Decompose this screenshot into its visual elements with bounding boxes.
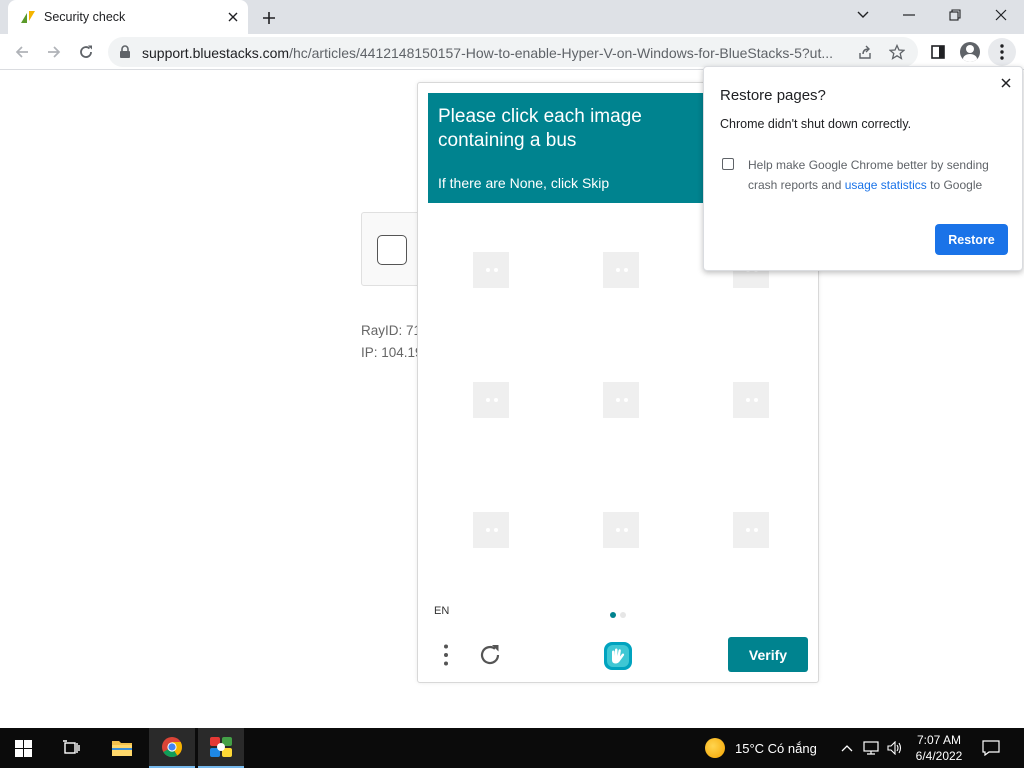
image-tile[interactable] (688, 467, 814, 593)
image-placeholder-icon (603, 512, 639, 548)
network-icon[interactable] (862, 738, 880, 758)
crash-report-label: Help make Google Chrome better by sendin… (748, 155, 1008, 195)
weather-sun-icon[interactable] (705, 738, 725, 758)
ray-id: RayID: 71 (361, 323, 422, 338)
chrome-icon (162, 737, 183, 758)
profile-avatar-icon[interactable] (956, 38, 984, 66)
close-window-button[interactable] (978, 0, 1024, 30)
bluestacks-taskbar-button[interactable] (198, 728, 244, 768)
lock-icon[interactable] (118, 45, 132, 59)
prompt-line-1: Please click each image (438, 106, 642, 127)
windows-taskbar: 15°C Có nắng 7:07 AM 6/4/2022 (0, 728, 1024, 768)
forward-button[interactable] (40, 38, 68, 66)
restore-popup-title: Restore pages? (720, 87, 826, 104)
image-tile[interactable] (428, 207, 554, 333)
more-menu-icon[interactable] (988, 38, 1016, 66)
captcha-menu-icon[interactable] (436, 641, 456, 669)
side-panel-icon[interactable] (924, 38, 952, 66)
restore-window-button[interactable] (932, 0, 978, 30)
bluestacks-icon (210, 737, 232, 757)
prompt-subtext: If there are None, click Skip (438, 175, 610, 191)
verify-button[interactable]: Verify (728, 637, 808, 672)
image-placeholder-icon (603, 252, 639, 288)
tab-search-icon[interactable] (840, 0, 886, 30)
system-clock[interactable]: 7:07 AM 6/4/2022 (908, 732, 970, 764)
page-dot (620, 612, 626, 618)
tab-title: Security check (44, 10, 126, 24)
task-view-button[interactable] (48, 728, 94, 768)
page-indicator (610, 611, 630, 619)
image-tile[interactable] (428, 467, 554, 593)
url-path: /hc/articles/4412148150157-How-to-enable… (289, 45, 832, 61)
page-dot-active (610, 612, 616, 618)
ip-address: IP: 104.19 (361, 345, 423, 360)
windows-logo-icon (14, 739, 32, 757)
minimize-button[interactable] (886, 0, 932, 30)
usage-statistics-link[interactable]: usage statistics (845, 178, 927, 192)
restore-popup-message: Chrome didn't shut down correctly. (720, 117, 912, 131)
browser-toolbar: support.bluestacks.com/hc/articles/44121… (0, 34, 1024, 70)
notification-center-icon[interactable] (980, 737, 1002, 759)
language-selector[interactable]: EN (434, 605, 449, 617)
help-text-2: to Google (930, 178, 983, 192)
clock-time: 7:07 AM (916, 733, 962, 747)
restore-button[interactable]: Restore (935, 224, 1008, 255)
url-host: support.bluestacks.com (142, 45, 290, 61)
share-icon[interactable] (854, 41, 876, 63)
human-checkbox[interactable] (377, 235, 407, 265)
image-placeholder-icon (603, 382, 639, 418)
image-placeholder-icon (733, 382, 769, 418)
image-tile[interactable] (558, 337, 684, 463)
image-tile[interactable] (558, 207, 684, 333)
url-text[interactable]: support.bluestacks.com/hc/articles/44121… (142, 45, 832, 61)
start-button[interactable] (0, 728, 46, 768)
crash-report-checkbox[interactable] (722, 158, 734, 170)
hcaptcha-logo-icon (604, 642, 632, 670)
tab-security-check[interactable]: Security check (8, 0, 248, 34)
close-icon[interactable] (998, 75, 1014, 91)
prompt-line-2: containing a bus (438, 130, 577, 151)
back-button[interactable] (8, 38, 36, 66)
folder-icon (112, 741, 132, 756)
address-bar[interactable]: support.bluestacks.com/hc/articles/44121… (108, 37, 918, 67)
image-tile[interactable] (688, 337, 814, 463)
image-placeholder-icon (473, 512, 509, 548)
reload-button[interactable] (72, 38, 100, 66)
ray-info: RayID: 71 IP: 104.19 (361, 320, 423, 364)
zendesk-favicon-icon (21, 11, 35, 23)
image-tile[interactable] (428, 337, 554, 463)
new-tab-button[interactable] (258, 7, 280, 29)
image-placeholder-icon (473, 252, 509, 288)
restore-pages-popup: Restore pages? Chrome didn't shut down c… (703, 66, 1023, 271)
chrome-taskbar-button[interactable] (149, 728, 195, 768)
tab-strip: Security check (0, 0, 1024, 34)
clock-date: 6/4/2022 (915, 749, 963, 763)
bookmark-star-icon[interactable] (886, 41, 908, 63)
image-placeholder-icon (473, 382, 509, 418)
tab-close-icon[interactable] (224, 8, 242, 26)
captcha-refresh-icon[interactable] (476, 641, 504, 669)
weather-text[interactable]: 15°C Có nắng (735, 741, 817, 756)
image-tile[interactable] (558, 467, 684, 593)
image-placeholder-icon (733, 512, 769, 548)
task-view-icon (63, 740, 80, 754)
show-hidden-icons-icon[interactable] (838, 738, 856, 758)
volume-icon[interactable] (886, 738, 904, 758)
prompt-text: Please click each image containing a bus (438, 105, 688, 153)
file-explorer-button[interactable] (99, 728, 145, 768)
